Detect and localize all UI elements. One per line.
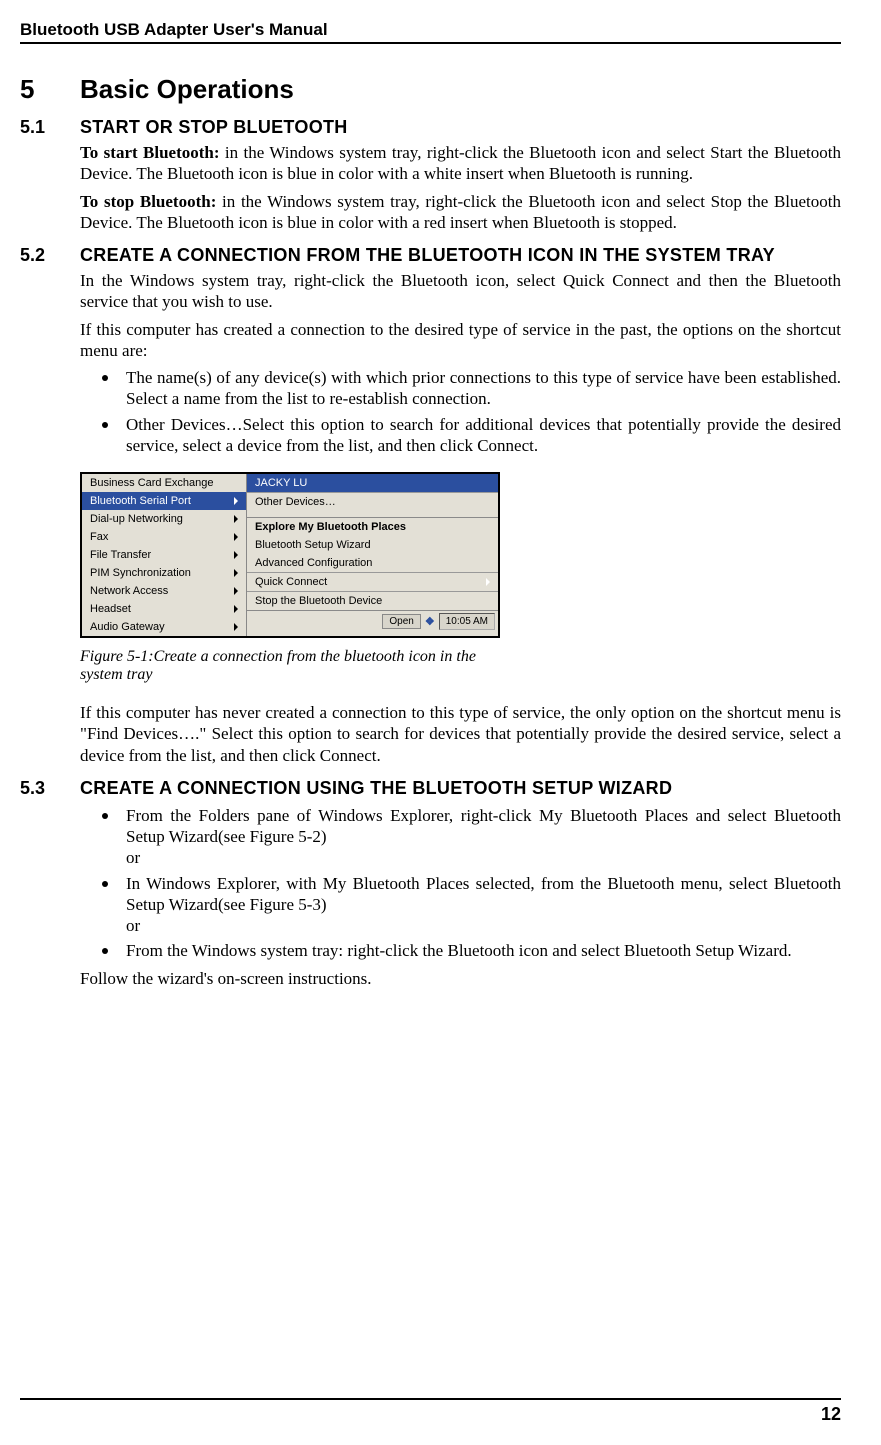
submenu-arrow-icon — [234, 587, 238, 595]
bullet-icon — [102, 881, 108, 887]
menu-item: Audio Gateway — [82, 618, 246, 636]
page-footer: 12 — [20, 1398, 841, 1425]
menu-item: Stop the Bluetooth Device — [247, 592, 498, 610]
clock: 10:05 AM — [439, 613, 495, 630]
section-number: 5.2 — [20, 245, 80, 266]
section-5-1-body: To start Bluetooth: in the Windows syste… — [20, 142, 841, 233]
menu-right-pane: JACKY LU Other Devices… Explore My Bluet… — [247, 474, 498, 636]
section-5-3-heading: 5.3 CREATE A CONNECTION USING THE BLUETO… — [20, 778, 841, 799]
bold-label: To start Bluetooth: — [80, 143, 220, 162]
paragraph: To stop Bluetooth: in the Windows system… — [80, 191, 841, 234]
bullet-icon — [102, 375, 108, 381]
list-item: From the Folders pane of Windows Explore… — [80, 805, 841, 869]
list-item: From the Windows system tray: right-clic… — [80, 940, 841, 961]
paragraph: If this computer has never created a con… — [80, 702, 841, 766]
submenu-arrow-icon — [234, 623, 238, 631]
submenu-item-selected: JACKY LU — [247, 474, 498, 492]
menu-item: Advanced Configuration — [247, 554, 498, 572]
bullet-text: In Windows Explorer, with My Bluetooth P… — [126, 873, 841, 937]
submenu-arrow-icon — [234, 497, 238, 505]
menu-left-pane: Business Card Exchange Bluetooth Serial … — [82, 474, 247, 636]
section-5-1-heading: 5.1 START OR STOP BLUETOOTH — [20, 117, 841, 138]
submenu-item: Other Devices… — [247, 493, 498, 511]
menu-item: Dial-up Networking — [82, 510, 246, 528]
menu-item: Network Access — [82, 582, 246, 600]
paragraph: If this computer has created a connectio… — [80, 319, 841, 362]
menu-item-selected: Bluetooth Serial Port — [82, 492, 246, 510]
bold-label: To stop Bluetooth: — [80, 192, 216, 211]
section-5-2-heading: 5.2 CREATE A CONNECTION FROM THE BLUETOO… — [20, 245, 841, 266]
section-number: 5.1 — [20, 117, 80, 138]
submenu-arrow-icon — [234, 533, 238, 541]
menu-item: File Transfer — [82, 546, 246, 564]
bullet-list: The name(s) of any device(s) with which … — [80, 367, 841, 456]
bullet-list: From the Folders pane of Windows Explore… — [80, 805, 841, 962]
section-5-2-body: In the Windows system tray, right-click … — [20, 270, 841, 766]
paragraph: In the Windows system tray, right-click … — [80, 270, 841, 313]
figure-5-1: Business Card Exchange Bluetooth Serial … — [80, 472, 500, 684]
page-number: 12 — [20, 1404, 841, 1425]
main-context-menu: Explore My Bluetooth Places Bluetooth Se… — [247, 517, 498, 610]
bullet-text: The name(s) of any device(s) with which … — [126, 367, 841, 410]
menu-item: Headset — [82, 600, 246, 618]
header-title: Bluetooth USB Adapter User's Manual — [20, 20, 328, 40]
chapter-heading: 5 Basic Operations — [20, 74, 841, 105]
menu-item-explore: Explore My Bluetooth Places — [247, 518, 498, 536]
menu-item: Bluetooth Setup Wizard — [247, 536, 498, 554]
menu-item: Fax — [82, 528, 246, 546]
submenu-arrow-icon — [234, 551, 238, 559]
list-item: The name(s) of any device(s) with which … — [80, 367, 841, 410]
context-menu-screenshot: Business Card Exchange Bluetooth Serial … — [80, 472, 500, 638]
bullet-icon — [102, 422, 108, 428]
submenu-arrow-icon — [234, 515, 238, 523]
section-number: 5.3 — [20, 778, 80, 799]
chapter-title: Basic Operations — [80, 74, 294, 105]
menu-item: Business Card Exchange — [82, 474, 246, 492]
bullet-text: From the Windows system tray: right-clic… — [126, 940, 841, 961]
menu-item-quick-connect: Quick Connect — [247, 573, 498, 591]
bullet-icon — [102, 948, 108, 954]
section-5-3-body: From the Folders pane of Windows Explore… — [20, 805, 841, 989]
list-item: Other Devices…Select this option to sear… — [80, 414, 841, 457]
chapter-number: 5 — [20, 74, 80, 105]
open-button: Open — [382, 614, 420, 629]
page-header: Bluetooth USB Adapter User's Manual — [20, 20, 841, 44]
submenu-arrow-icon — [486, 578, 490, 586]
figure-caption: Figure 5-1:Create a connection from the … — [80, 648, 500, 684]
paragraph: To start Bluetooth: in the Windows syste… — [80, 142, 841, 185]
bluetooth-tray-icon: ❖ — [425, 615, 435, 628]
taskbar-tray: Open ❖ 10:05 AM — [247, 610, 498, 632]
cursor-icon — [478, 477, 490, 489]
submenu-arrow-icon — [234, 605, 238, 613]
bullet-icon — [102, 813, 108, 819]
bullet-text: Other Devices…Select this option to sear… — [126, 414, 841, 457]
section-title: CREATE A CONNECTION USING THE BLUETOOTH … — [80, 778, 672, 799]
submenu-arrow-icon — [234, 569, 238, 577]
menu-item: PIM Synchronization — [82, 564, 246, 582]
list-item: In Windows Explorer, with My Bluetooth P… — [80, 873, 841, 937]
bullet-text: From the Folders pane of Windows Explore… — [126, 805, 841, 869]
section-title: START OR STOP BLUETOOTH — [80, 117, 348, 138]
section-title: CREATE A CONNECTION FROM THE BLUETOOTH I… — [80, 245, 775, 266]
paragraph: Follow the wizard's on-screen instructio… — [80, 968, 841, 989]
submenu: JACKY LU Other Devices… — [247, 474, 498, 511]
